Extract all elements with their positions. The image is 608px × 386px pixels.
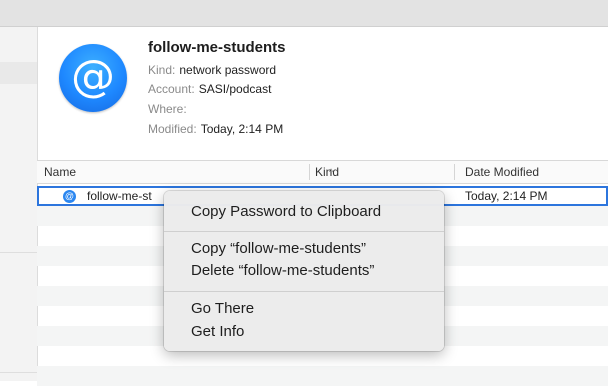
table-header: Name ^ Kind Date Modified [37, 160, 608, 184]
sidebar[interactable] [0, 27, 38, 381]
menu-item-get-info[interactable]: Get Info [191, 323, 244, 340]
sidebar-divider [0, 252, 37, 253]
menu-separator [164, 231, 444, 232]
at-sign-icon: @ [63, 190, 76, 203]
account-label: Account: [148, 82, 195, 96]
column-separator[interactable] [454, 164, 455, 180]
context-menu: Copy Password to Clipboard Copy “follow-… [164, 191, 444, 351]
menu-item-copy-password[interactable]: Copy Password to Clipboard [191, 203, 381, 220]
where-row: Where: [148, 102, 191, 116]
menu-item-copy-name[interactable]: Copy “follow-me-students” [191, 240, 366, 257]
menu-separator [164, 291, 444, 292]
kind-row: Kind: network password [148, 63, 276, 77]
kind-label: Kind: [148, 63, 176, 77]
at-sign-icon: @ [59, 44, 127, 112]
account-row: Account: SASI/podcast [148, 82, 271, 96]
sidebar-selected-item[interactable] [0, 62, 37, 84]
column-header-name[interactable]: Name [44, 165, 76, 179]
column-header-kind[interactable]: Kind [315, 165, 339, 179]
account-value: SASI/podcast [198, 82, 272, 96]
sidebar-divider [0, 372, 37, 373]
modified-value: Today, 2:14 PM [200, 122, 284, 136]
column-separator[interactable] [309, 164, 310, 180]
table-row-empty [37, 366, 608, 386]
where-label: Where: [148, 102, 187, 116]
menu-item-delete[interactable]: Delete “follow-me-students” [191, 262, 374, 279]
row-name: follow-me-st [87, 189, 152, 203]
item-title: follow-me-students [148, 39, 286, 56]
window-titlebar [0, 0, 608, 27]
row-date: Today, 2:14 PM [465, 189, 548, 203]
modified-label: Modified: [148, 122, 197, 136]
menu-item-go-there[interactable]: Go There [191, 300, 254, 317]
kind-value: network password [179, 63, 277, 77]
column-header-date-modified[interactable]: Date Modified [465, 165, 539, 179]
modified-row: Modified: Today, 2:14 PM [148, 122, 283, 136]
